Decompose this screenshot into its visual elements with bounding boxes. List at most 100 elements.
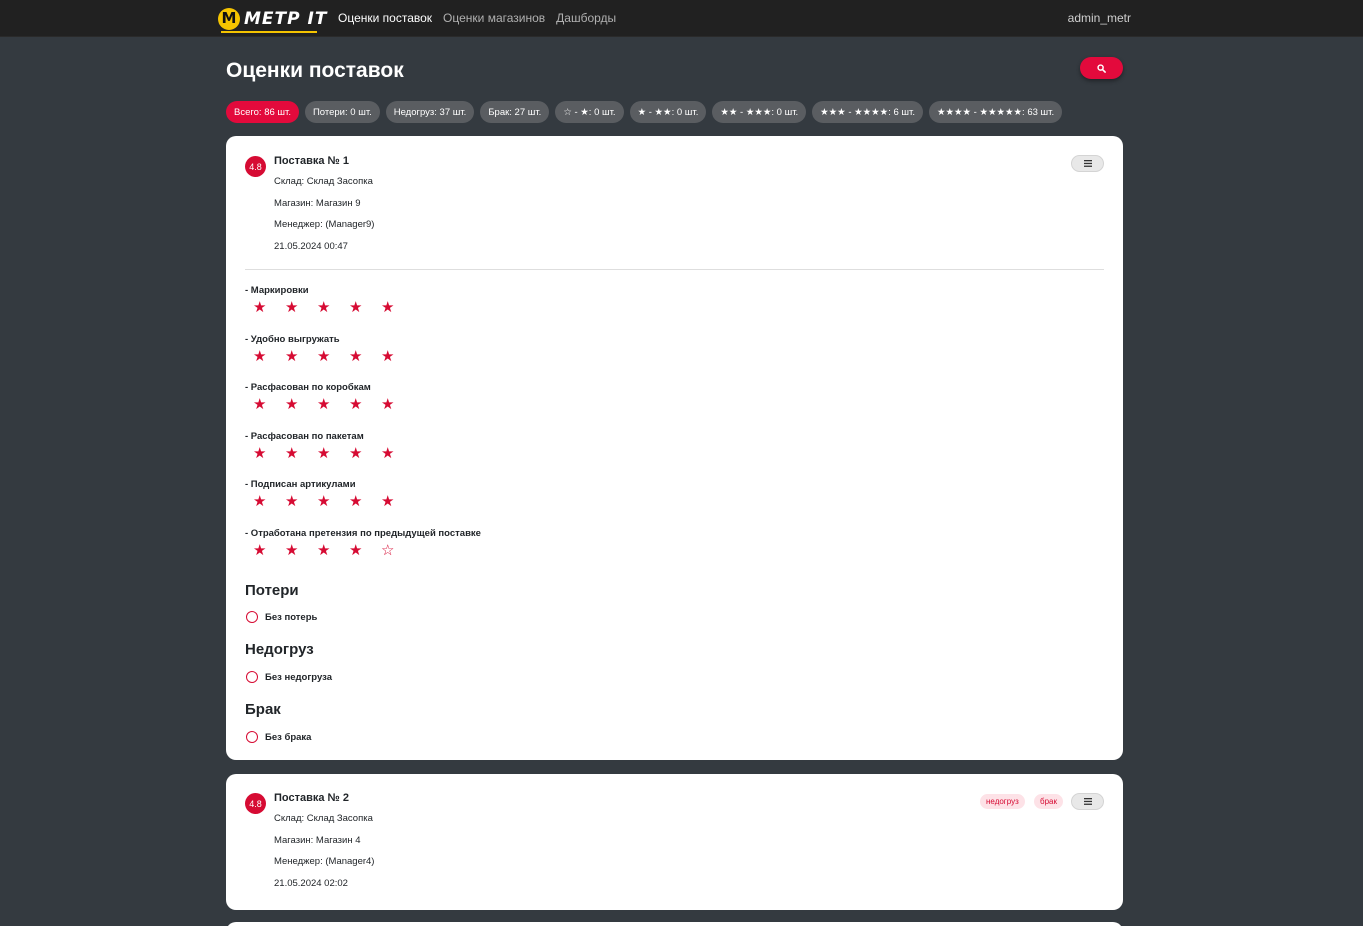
page-title: Оценки поставок xyxy=(226,59,404,82)
nav-link-stores[interactable]: Оценки магазинов xyxy=(443,11,545,25)
delivery-title: Поставка № 2 xyxy=(274,792,349,804)
filter-rating-2-3[interactable]: ★★ - ★★★: 0 шт. xyxy=(712,101,807,123)
star-filled-icon[interactable]: ★ xyxy=(349,542,381,559)
logo-badge: M xyxy=(218,7,240,30)
criterion-row: - Расфасован по пакетам ★ ★ ★ ★ ★ xyxy=(245,431,481,481)
radio-button[interactable] xyxy=(246,731,258,743)
radio-label: Без потерь xyxy=(265,611,318,623)
search-button[interactable] xyxy=(1080,57,1123,79)
criterion-label: - Подписан артикулами xyxy=(245,479,356,491)
delivery-manager: Менеджер: (Manager4) xyxy=(274,856,375,867)
radio-label: Без брака xyxy=(265,731,312,743)
card-menu-button[interactable] xyxy=(1071,155,1104,172)
star-filled-icon[interactable]: ★ xyxy=(381,494,413,510)
star-filled-icon[interactable]: ★ xyxy=(349,494,381,510)
card-menu-button[interactable] xyxy=(1071,793,1104,810)
user-menu[interactable]: admin_metr xyxy=(1068,11,1131,25)
nav-links: Оценки поставок Оценки магазинов Дашборд… xyxy=(338,11,627,25)
filter-total[interactable]: Всего: 86 шт. xyxy=(226,101,299,123)
star-filled-icon[interactable]: ★ xyxy=(285,445,317,462)
tag-underload: недогруз xyxy=(980,794,1025,809)
star-filled-icon[interactable]: ★ xyxy=(253,542,285,559)
star-filled-icon[interactable]: ★ xyxy=(285,397,317,413)
criterion-label: - Удобно выгружать xyxy=(245,333,340,345)
delivery-date: 21.05.2024 02:02 xyxy=(274,877,348,889)
delivery-warehouse: Склад: Склад Засопка xyxy=(274,813,373,824)
radio-no-underload[interactable]: Без недогруза xyxy=(246,671,332,683)
logo-text: МЕТР IT xyxy=(244,8,328,29)
star-filled-icon[interactable]: ★ xyxy=(285,300,317,316)
criterion-row: - Расфасован по коробкам ★ ★ ★ ★ ★ xyxy=(245,383,481,432)
filter-rating-3-4[interactable]: ★★★ - ★★★★: 6 шт. xyxy=(812,101,923,123)
criterion-label: - Расфасован по коробкам xyxy=(245,382,371,394)
star-filled-icon[interactable]: ★ xyxy=(317,542,349,559)
menu-icon xyxy=(1083,160,1092,167)
criterion-row: - Отработана претензия по предыдущей пос… xyxy=(245,527,481,578)
logo[interactable]: M МЕТР IT xyxy=(218,5,328,33)
filter-rating-0-1[interactable]: ☆ - ★: 0 шт. xyxy=(555,101,624,123)
star-filled-icon[interactable]: ★ xyxy=(253,445,285,462)
star-filled-icon[interactable]: ★ xyxy=(349,445,381,462)
filter-defect[interactable]: Брак: 27 шт. xyxy=(480,101,550,123)
nav-link-dashboards[interactable]: Дашборды xyxy=(556,11,616,25)
star-filled-icon[interactable]: ★ xyxy=(253,494,285,510)
delivery-store: Магазин: Магазин 9 xyxy=(274,197,361,209)
filter-rating-1-2[interactable]: ★ - ★★: 0 шт. xyxy=(629,101,707,123)
criterion-row: - Подписан артикулами ★ ★ ★ ★ ★ xyxy=(245,480,481,529)
section-title-underload: Недогруз xyxy=(245,641,314,658)
star-filled-icon[interactable]: ★ xyxy=(381,348,413,365)
nav-link-deliveries[interactable]: Оценки поставок xyxy=(338,11,432,25)
star-filled-icon[interactable]: ★ xyxy=(285,494,317,510)
radio-no-defect[interactable]: Без брака xyxy=(246,731,311,743)
delivery-title: Поставка № 1 xyxy=(274,155,349,167)
criterion-label: - Маркировки xyxy=(245,285,309,296)
star-rating: ★ ★ ★ ★ ☆ xyxy=(253,542,481,559)
radio-button[interactable] xyxy=(246,611,258,623)
logo-underline xyxy=(221,31,317,33)
delivery-card: 4.8 Поставка № 1 Склад: Склад Засопка Ма… xyxy=(226,136,1123,760)
score-badge: 4.8 xyxy=(245,793,266,814)
star-filled-icon[interactable]: ★ xyxy=(285,542,317,559)
star-filled-icon[interactable]: ★ xyxy=(285,348,317,365)
search-icon xyxy=(1097,63,1106,73)
star-rating: ★ ★ ★ ★ ★ xyxy=(253,300,481,316)
star-filled-icon[interactable]: ★ xyxy=(349,397,381,413)
star-filled-icon[interactable]: ★ xyxy=(381,397,413,413)
score-badge: 4.8 xyxy=(245,156,266,177)
star-filled-icon[interactable]: ★ xyxy=(253,300,285,316)
menu-icon xyxy=(1083,798,1092,805)
tag-defect: брак xyxy=(1034,794,1063,809)
filter-rating-4-5[interactable]: ★★★★ - ★★★★★: 63 шт. xyxy=(928,101,1063,123)
star-filled-icon[interactable]: ★ xyxy=(317,445,349,462)
filter-losses[interactable]: Потери: 0 шт. xyxy=(304,101,380,123)
radio-label: Без недогруза xyxy=(265,671,333,683)
star-filled-icon[interactable]: ★ xyxy=(253,348,285,365)
filter-chips: Всего: 86 шт. Потери: 0 шт. Недогруз: 37… xyxy=(226,101,1068,123)
divider xyxy=(245,269,1104,270)
star-empty-icon[interactable]: ☆ xyxy=(381,542,413,559)
radio-button[interactable] xyxy=(246,671,258,683)
star-filled-icon[interactable]: ★ xyxy=(381,445,413,462)
radio-no-losses[interactable]: Без потерь xyxy=(246,611,317,623)
star-filled-icon[interactable]: ★ xyxy=(317,348,349,365)
criterion-label: - Отработана претензия по предыдущей пос… xyxy=(245,527,481,539)
delivery-date: 21.05.2024 00:47 xyxy=(274,240,348,252)
section-title-losses: Потери xyxy=(245,582,299,599)
delivery-info: Поставка № 1 Склад: Склад Засопка Магази… xyxy=(274,155,374,262)
filter-underload[interactable]: Недогруз: 37 шт. xyxy=(385,101,475,123)
star-filled-icon[interactable]: ★ xyxy=(349,348,381,365)
star-filled-icon[interactable]: ★ xyxy=(317,300,349,316)
star-filled-icon[interactable]: ★ xyxy=(349,300,381,316)
delivery-manager: Менеджер: (Manager9) xyxy=(274,219,375,230)
star-rating: ★ ★ ★ ★ ★ xyxy=(253,397,481,413)
delivery-store: Магазин: Магазин 4 xyxy=(274,834,361,846)
delivery-card xyxy=(226,922,1123,926)
star-filled-icon[interactable]: ★ xyxy=(253,397,285,413)
star-filled-icon[interactable]: ★ xyxy=(317,397,349,413)
criteria-list: - Маркировки ★ ★ ★ ★ ★ - Удобно выгружать ★ ★ ★ ★ ★… xyxy=(245,286,481,578)
navbar: M МЕТР IT Оценки поставок Оценки магазин… xyxy=(0,0,1363,37)
star-filled-icon[interactable]: ★ xyxy=(317,494,349,510)
star-rating: ★ ★ ★ ★ ★ xyxy=(253,445,481,462)
star-filled-icon[interactable]: ★ xyxy=(381,300,413,316)
star-rating: ★ ★ ★ ★ ★ xyxy=(253,494,481,510)
